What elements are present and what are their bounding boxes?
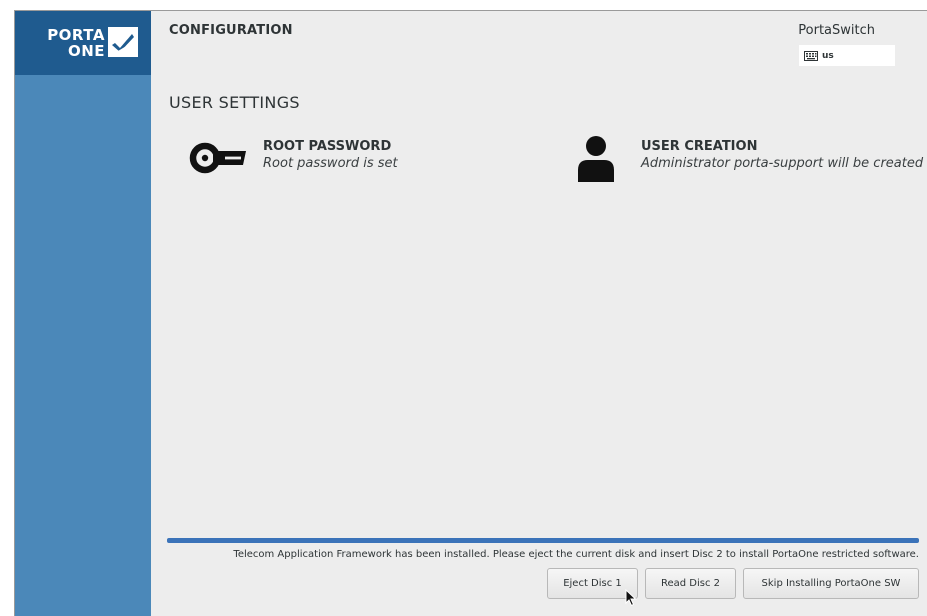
mouse-cursor-icon [625, 589, 637, 607]
spoke-title: ROOT PASSWORD [263, 139, 392, 154]
logo-line-1: PORTA [47, 26, 105, 44]
logo-text: PORTA ONE [27, 27, 105, 59]
installer-window: PORTA ONE CONFIGURATION PortaSwitch us U… [14, 10, 927, 616]
user-icon [578, 136, 614, 182]
product-name: PortaSwitch [798, 23, 875, 38]
spoke-root-password-text: ROOT PASSWORD Root password is set [263, 139, 398, 173]
action-buttons: Eject Disc 1 Read Disc 2 Skip Installing… [547, 568, 919, 599]
status-message: Telecom Application Framework has been i… [233, 549, 919, 560]
spoke-user-creation[interactable]: USER CREATION Administrator porta-suppor… [577, 135, 923, 183]
checkmark-logo-icon [108, 27, 138, 57]
keyboard-layout-label: us [822, 50, 834, 61]
section-heading-user-settings: USER SETTINGS [169, 93, 300, 112]
key-icon [189, 142, 246, 174]
page-title: CONFIGURATION [169, 23, 293, 38]
keyboard-layout-indicator[interactable]: us [799, 45, 895, 66]
skip-installing-button[interactable]: Skip Installing PortaOne SW [743, 568, 919, 599]
spoke-title: USER CREATION [641, 139, 758, 154]
logo-line-2: ONE [67, 42, 105, 60]
progress-bar-fill [167, 538, 919, 543]
keyboard-icon [804, 50, 818, 61]
spoke-status: Administrator porta-support will be crea… [641, 156, 924, 171]
sidebar-header: PORTA ONE [15, 11, 151, 75]
sidebar: PORTA ONE [15, 11, 151, 616]
progress-bar [167, 538, 919, 543]
spoke-user-creation-text: USER CREATION Administrator porta-suppor… [641, 139, 923, 173]
spoke-status: Root password is set [263, 156, 398, 171]
main-content: CONFIGURATION PortaSwitch us USER SETTIN… [151, 11, 927, 616]
spoke-root-password[interactable]: ROOT PASSWORD Root password is set [189, 139, 398, 177]
read-disc-button[interactable]: Read Disc 2 [645, 568, 736, 599]
portaone-logo: PORTA ONE [27, 25, 139, 61]
